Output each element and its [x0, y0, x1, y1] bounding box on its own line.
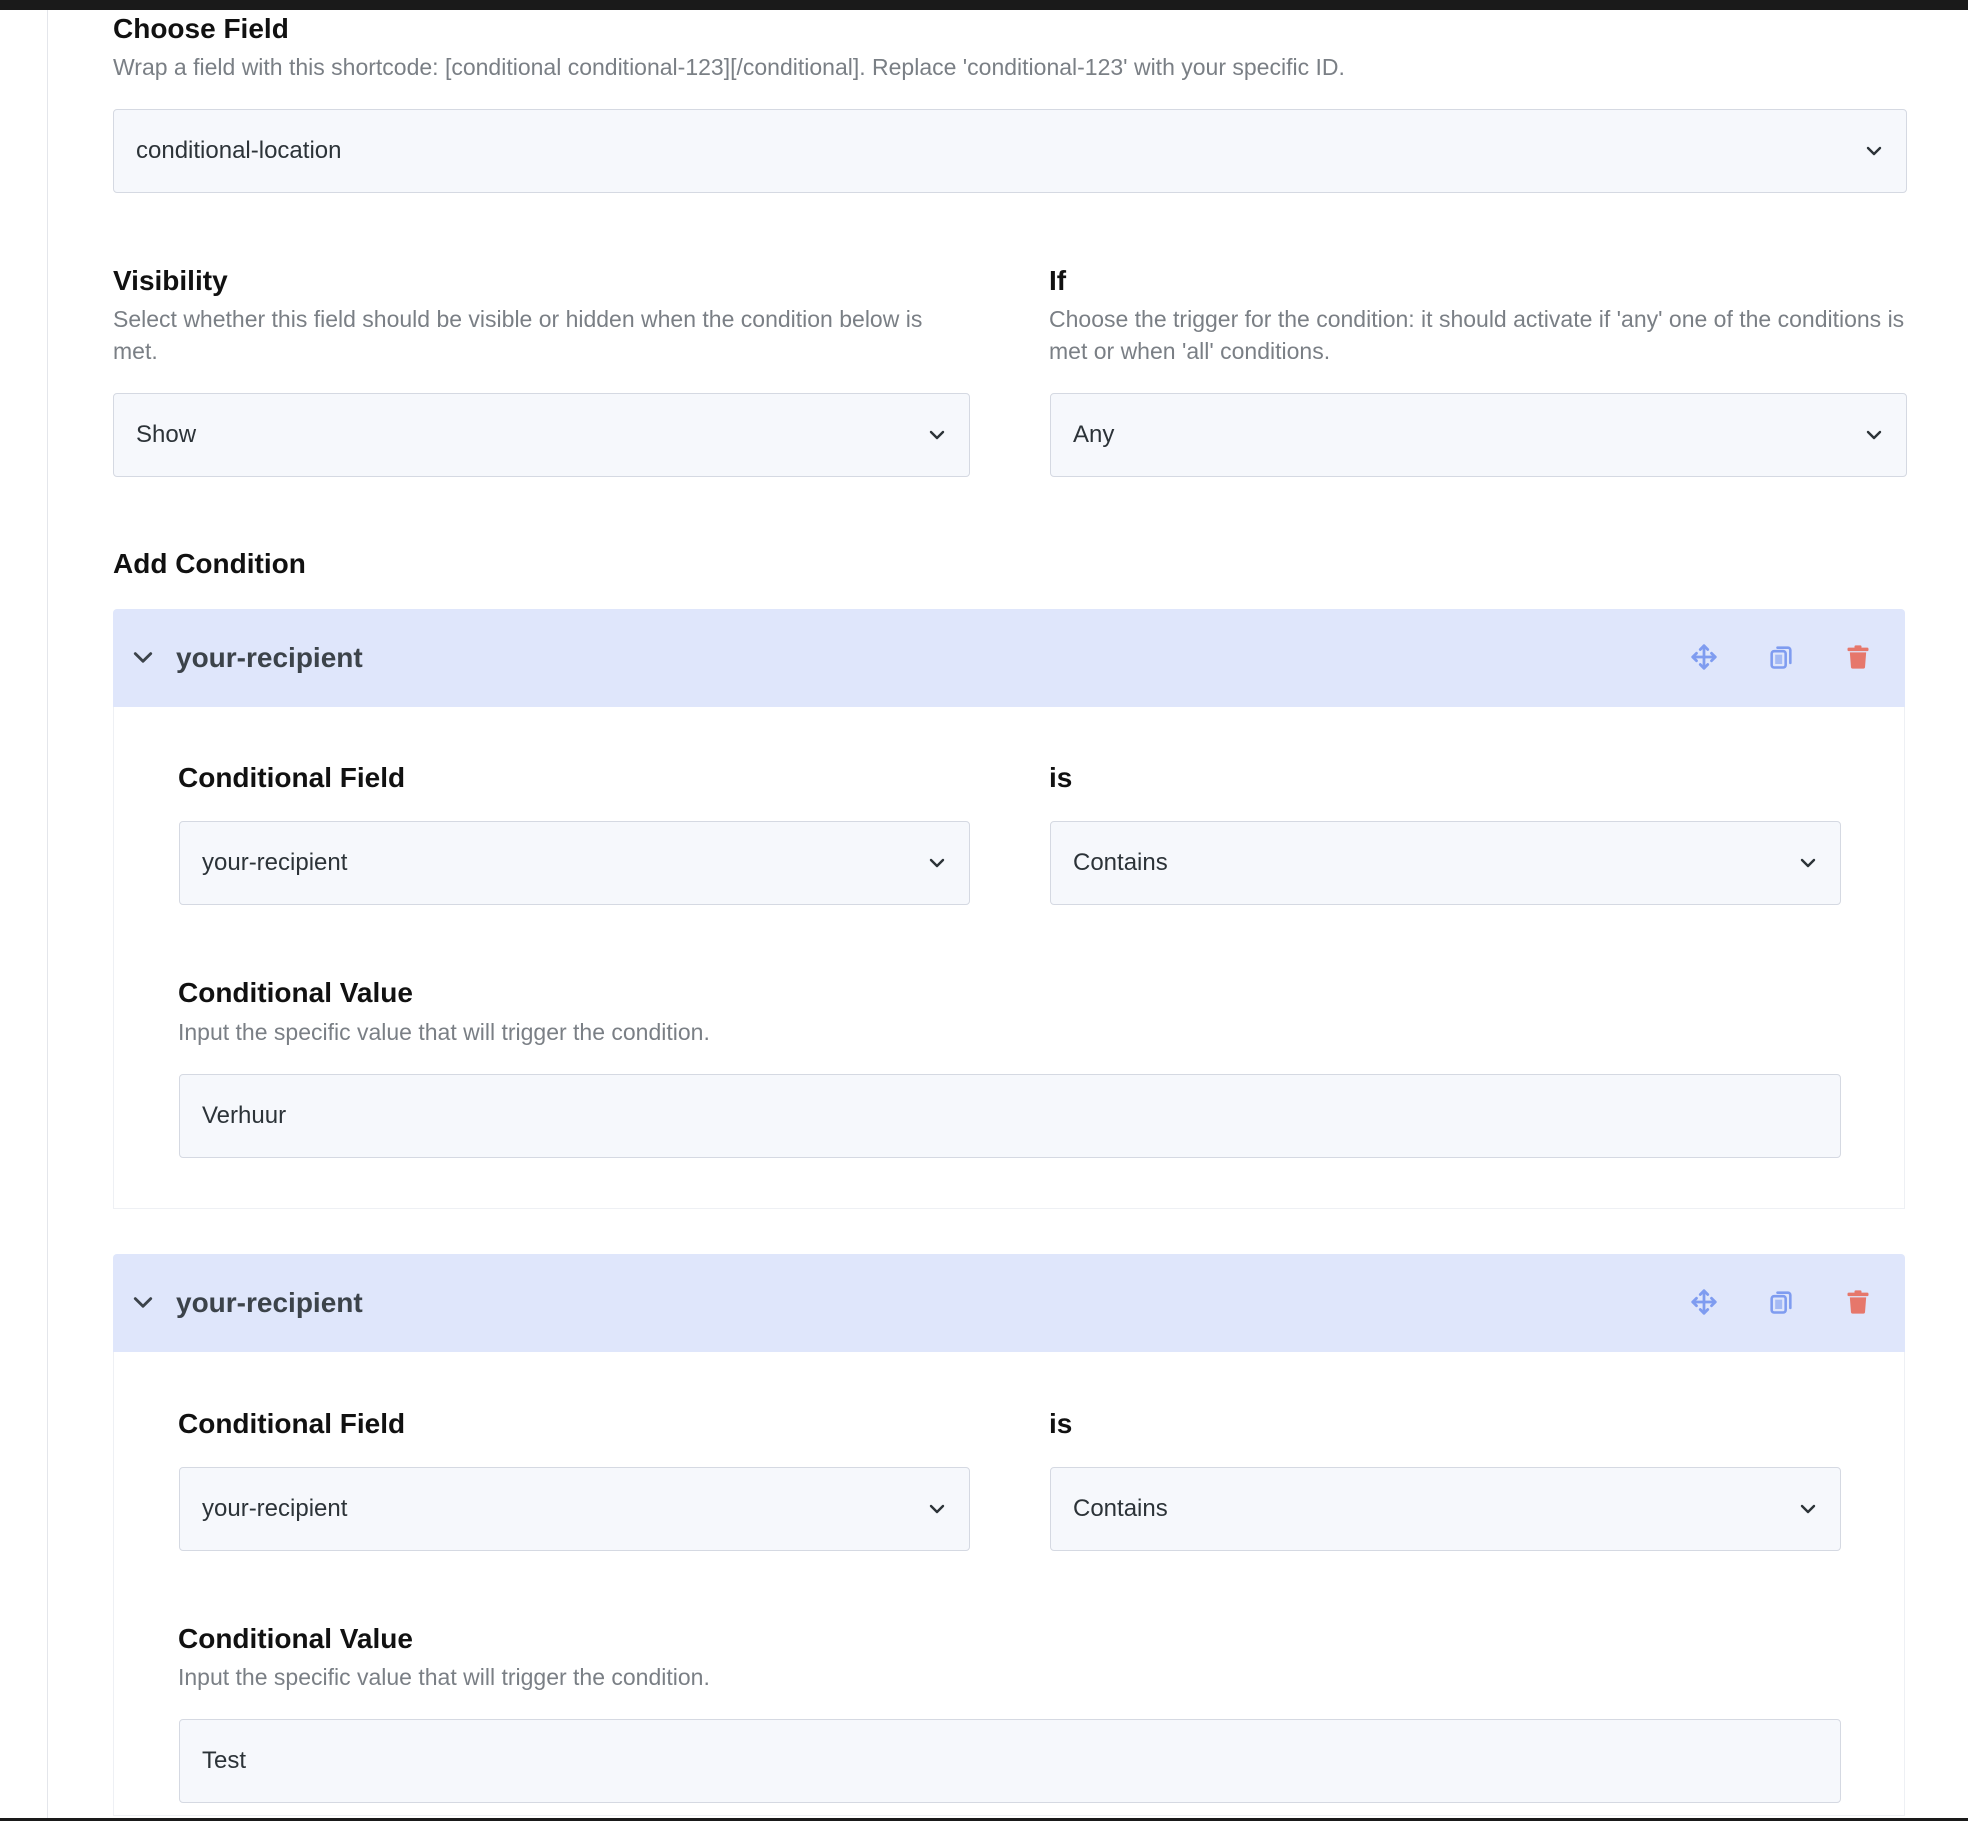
- if-description: Choose the trigger for the condition: it…: [1049, 306, 1905, 364]
- choose-field-description: Wrap a field with this shortcode: [condi…: [113, 54, 1345, 80]
- if-label: If: [1049, 265, 1067, 296]
- chevron-down-icon: [925, 1497, 949, 1521]
- copy-icon[interactable]: [1763, 1284, 1799, 1320]
- choose-field-value: conditional-location: [136, 137, 342, 164]
- if-select[interactable]: Any: [1050, 393, 1907, 477]
- visibility-label: Visibility: [113, 265, 228, 296]
- move-arrows-icon[interactable]: [1686, 639, 1722, 675]
- operator-label: is: [1049, 1408, 1073, 1439]
- chevron-down-icon: [1796, 1497, 1820, 1521]
- choose-field-select[interactable]: conditional-location: [113, 109, 1907, 193]
- conditional-field-value: your-recipient: [202, 849, 348, 876]
- chevron-down-icon[interactable]: [129, 1289, 157, 1317]
- visibility-value: Show: [136, 421, 197, 448]
- conditional-settings: Choose Field Wrap a field with this shor…: [0, 0, 1968, 1821]
- copy-icon[interactable]: [1763, 639, 1799, 675]
- conditional-value-text: Test: [202, 1747, 247, 1774]
- condition-title: your-recipient: [176, 1287, 363, 1318]
- operator-select[interactable]: Contains: [1050, 1467, 1841, 1551]
- trash-icon[interactable]: [1840, 639, 1876, 675]
- conditional-field-select[interactable]: your-recipient: [179, 1467, 970, 1551]
- add-condition-label: Add Condition: [113, 548, 306, 579]
- operator-select[interactable]: Contains: [1050, 821, 1841, 905]
- trash-icon[interactable]: [1840, 1284, 1876, 1320]
- chevron-down-icon: [1796, 851, 1820, 875]
- conditional-value-input[interactable]: Verhuur: [179, 1074, 1841, 1158]
- condition-panel-header[interactable]: your-recipient: [113, 1254, 1905, 1352]
- choose-field-label: Choose Field: [113, 13, 289, 44]
- chevron-down-icon: [925, 423, 949, 447]
- conditional-value-label: Conditional Value: [178, 977, 413, 1008]
- visibility-description: Select whether this field should be visi…: [113, 306, 923, 364]
- if-value: Any: [1073, 421, 1115, 448]
- conditional-field-select[interactable]: your-recipient: [179, 821, 970, 905]
- chevron-down-icon: [1862, 423, 1886, 447]
- conditional-value-text: Verhuur: [202, 1102, 287, 1129]
- visibility-select[interactable]: Show: [113, 393, 970, 477]
- conditional-field-value: your-recipient: [202, 1495, 348, 1522]
- operator-value: Contains: [1073, 1495, 1168, 1522]
- move-arrows-icon[interactable]: [1686, 1284, 1722, 1320]
- conditional-field-label: Conditional Field: [178, 1408, 406, 1439]
- condition-title: your-recipient: [176, 642, 363, 673]
- conditional-value-label: Conditional Value: [178, 1623, 413, 1654]
- operator-label: is: [1049, 762, 1073, 793]
- conditional-value-description: Input the specific value that will trigg…: [178, 1664, 710, 1690]
- chevron-down-icon: [925, 851, 949, 875]
- operator-value: Contains: [1073, 849, 1168, 876]
- conditional-value-input[interactable]: Test: [179, 1719, 1841, 1803]
- chevron-down-icon: [1862, 139, 1886, 163]
- condition-panel-header[interactable]: your-recipient: [113, 609, 1905, 707]
- conditional-value-description: Input the specific value that will trigg…: [178, 1019, 710, 1045]
- conditional-field-label: Conditional Field: [178, 762, 406, 793]
- chevron-down-icon[interactable]: [129, 644, 157, 672]
